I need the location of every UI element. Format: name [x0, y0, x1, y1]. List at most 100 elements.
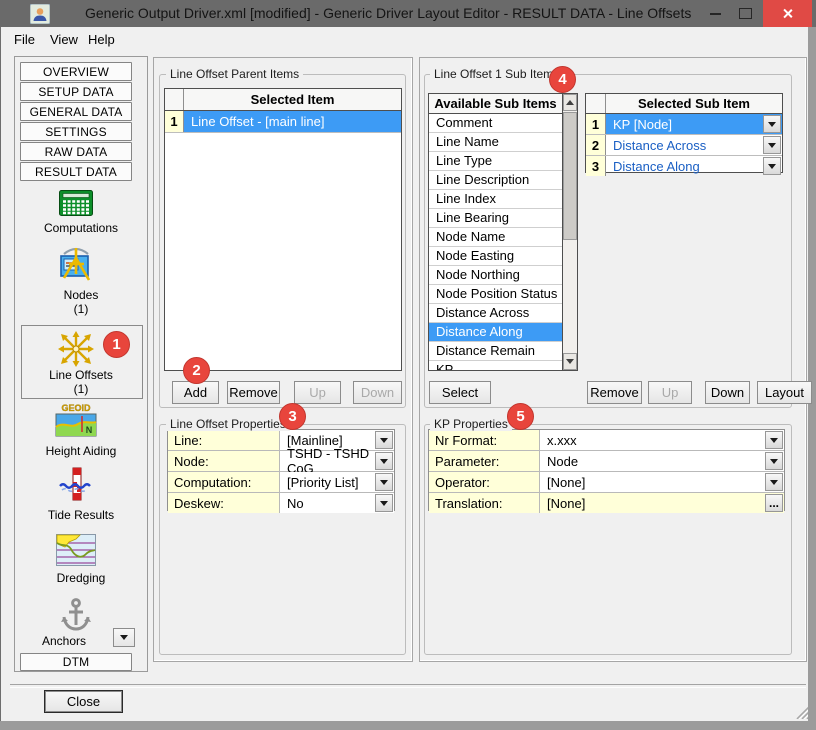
row-number: 1 — [586, 114, 606, 134]
row-number-header — [165, 89, 184, 110]
sidebar-tab-dtm[interactable]: DTM — [20, 653, 132, 671]
anchors-dropdown-button[interactable] — [113, 628, 135, 647]
chevron-down-icon — [770, 480, 778, 485]
sub-remove-button[interactable]: Remove — [587, 381, 642, 404]
available-list-scrollbar[interactable] — [563, 93, 578, 371]
sidebar-tab-general-data[interactable]: GENERAL DATA — [20, 102, 132, 121]
selected-sub-item-row[interactable]: 2 Distance Across — [586, 135, 782, 156]
sidebar-tab-raw-data[interactable]: RAW DATA — [20, 142, 132, 161]
scroll-down-button[interactable] — [563, 353, 577, 370]
layout-button[interactable]: Layout — [757, 381, 812, 404]
kp-properties-table: Nr Format: x.xxx Parameter: Node Operato… — [428, 429, 785, 511]
selected-sub-item-row[interactable]: 1 KP [Node] — [586, 114, 782, 135]
property-value: [None] — [547, 496, 585, 511]
sidebar-item-computations-label: Computations — [14, 221, 148, 235]
scroll-up-icon — [566, 100, 574, 105]
sidebar-tab-overview[interactable]: OVERVIEW — [20, 62, 132, 81]
maximize-button[interactable] — [732, 0, 758, 27]
calculator-icon — [59, 190, 93, 216]
select-button[interactable]: Select — [429, 381, 491, 404]
list-item[interactable]: Line Bearing — [429, 209, 562, 228]
close-icon — [782, 8, 793, 19]
minimize-button[interactable] — [700, 0, 730, 27]
property-value: No — [287, 496, 304, 511]
dredge-profile-icon — [56, 534, 96, 566]
sidebar-tab-result-data[interactable]: RESULT DATA — [20, 162, 132, 181]
annotation-badge-2: 2 — [183, 357, 210, 384]
sidebar-item-tide-results[interactable] — [20, 466, 132, 506]
chevron-down-icon — [380, 480, 388, 485]
sub-up-button[interactable]: Up — [648, 381, 692, 404]
translation-ellipsis-button[interactable]: ... — [765, 494, 783, 512]
sub-down-button[interactable]: Down — [705, 381, 750, 404]
scroll-up-button[interactable] — [563, 94, 577, 111]
list-item[interactable]: Comment — [429, 114, 562, 133]
row-number: 2 — [586, 135, 606, 155]
parent-items-table-header: Selected Item — [184, 89, 401, 110]
minimize-icon — [710, 13, 721, 15]
list-item[interactable]: Line Index — [429, 190, 562, 209]
down-button[interactable]: Down — [353, 381, 402, 404]
list-item[interactable]: Node Northing — [429, 266, 562, 285]
menu-file[interactable]: File — [10, 30, 39, 49]
nodes-icon — [55, 244, 97, 284]
line-offset-properties-table: Line: [Mainline] Node: TSHD - TSHD CoG C… — [167, 429, 395, 511]
sidebar-item-dredging[interactable] — [20, 534, 132, 570]
close-window-button[interactable] — [763, 0, 812, 27]
sidebar-tab-settings[interactable]: SETTINGS — [20, 122, 132, 141]
selected-sub-item-row[interactable]: 3 Distance Along — [586, 156, 782, 176]
list-item[interactable]: Node Easting — [429, 247, 562, 266]
sub-item-dropdown-button[interactable] — [763, 136, 781, 154]
sidebar-item-nodes-label: Nodes — [14, 288, 148, 302]
up-button[interactable]: Up — [294, 381, 341, 404]
property-row: Nr Format: x.xxx — [429, 430, 784, 451]
add-button[interactable]: Add — [172, 381, 219, 404]
row-number-header — [586, 94, 606, 113]
line-offset-properties-title: Line Offset Properties — [166, 417, 290, 431]
window-bottom-edge — [0, 721, 816, 730]
list-item[interactable]: Line Description — [429, 171, 562, 190]
sidebar-item-nodes-count: (1) — [14, 302, 148, 316]
menu-view[interactable]: View — [46, 30, 82, 49]
annotation-badge-3: 3 — [279, 403, 306, 430]
list-item[interactable]: Node Name — [429, 228, 562, 247]
chevron-down-icon — [770, 459, 778, 464]
parent-items-table: Selected Item 1 Line Offset - [main line… — [164, 88, 402, 371]
menu-help[interactable]: Help — [84, 30, 119, 49]
sidebar-item-height-aiding[interactable]: GEOID N — [20, 402, 132, 442]
list-item[interactable]: Line Name — [429, 133, 562, 152]
deskew-dropdown-button[interactable] — [375, 494, 393, 512]
svg-text:GEOID: GEOID — [61, 403, 91, 413]
property-label: Nr Format: — [429, 430, 540, 450]
computation-dropdown-button[interactable] — [375, 473, 393, 491]
list-item[interactable]: KP — [429, 361, 562, 371]
window-title: Generic Output Driver.xml [modified] - G… — [85, 0, 691, 27]
annotation-badge-4: 4 — [549, 66, 576, 93]
property-row: Deskew: No — [168, 493, 394, 513]
parameter-dropdown-button[interactable] — [765, 452, 783, 470]
scrollbar-thumb[interactable] — [563, 112, 577, 240]
anchor-icon — [61, 597, 91, 633]
nr-format-dropdown-button[interactable] — [765, 431, 783, 449]
operator-dropdown-button[interactable] — [765, 473, 783, 491]
sub-item-dropdown-button[interactable] — [763, 115, 781, 133]
property-label: Computation: — [168, 472, 280, 492]
sidebar-item-anchors-label: Anchors — [14, 634, 114, 648]
node-dropdown-button[interactable] — [375, 452, 393, 470]
property-label: Node: — [168, 451, 280, 471]
parent-item-row[interactable]: 1 Line Offset - [main line] — [165, 111, 401, 133]
selected-sub-items-header: Selected Sub Item — [606, 94, 782, 113]
sidebar-item-nodes[interactable] — [20, 244, 132, 286]
chevron-down-icon — [770, 438, 778, 443]
sidebar-tab-setup-data[interactable]: SETUP DATA — [20, 82, 132, 101]
sub-item-dropdown-button[interactable] — [763, 157, 781, 175]
parent-items-group-title: Line Offset Parent Items — [166, 67, 303, 81]
list-item[interactable]: Node Position Status — [429, 285, 562, 304]
list-item[interactable]: Distance Across — [429, 304, 562, 323]
list-item-selected[interactable]: Distance Along — [429, 323, 562, 342]
list-item[interactable]: Distance Remain — [429, 342, 562, 361]
remove-button[interactable]: Remove — [227, 381, 280, 404]
list-item[interactable]: Line Type — [429, 152, 562, 171]
close-button[interactable]: Close — [44, 690, 123, 713]
maximize-icon — [739, 8, 752, 19]
